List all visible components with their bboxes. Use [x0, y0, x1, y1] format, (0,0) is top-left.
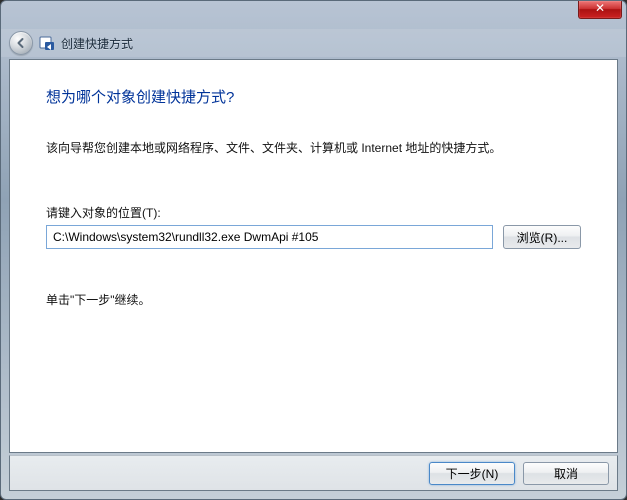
- next-button[interactable]: 下一步(N): [429, 462, 515, 485]
- close-icon: ✕: [595, 1, 605, 15]
- location-label: 请键入对象的位置(T):: [46, 204, 581, 221]
- arrow-left-icon: [15, 37, 27, 49]
- title-bar: ✕: [1, 1, 626, 29]
- browse-button[interactable]: 浏览(R)...: [503, 225, 581, 249]
- header-bar: 创建快捷方式: [1, 29, 626, 57]
- close-button[interactable]: ✕: [578, 1, 622, 19]
- cancel-button[interactable]: 取消: [523, 462, 609, 485]
- footer-bar: 下一步(N) 取消: [9, 455, 618, 491]
- page-description: 该向导帮您创建本地或网络程序、文件、文件夹、计算机或 Internet 地址的快…: [46, 139, 581, 156]
- window-title: 创建快捷方式: [61, 35, 133, 52]
- page-heading: 想为哪个对象创建快捷方式?: [46, 86, 581, 107]
- shortcut-icon: [39, 35, 55, 51]
- location-input[interactable]: [46, 225, 493, 249]
- location-row: 浏览(R)...: [46, 225, 581, 249]
- content-area: 想为哪个对象创建快捷方式? 该向导帮您创建本地或网络程序、文件、文件夹、计算机或…: [9, 59, 618, 453]
- back-button[interactable]: [9, 31, 33, 55]
- continue-hint: 单击"下一步"继续。: [46, 291, 581, 308]
- wizard-window: ✕ 创建快捷方式 想为哪个对象创建快捷方式? 该向导帮您创建本地或网络程序、文件…: [0, 0, 627, 500]
